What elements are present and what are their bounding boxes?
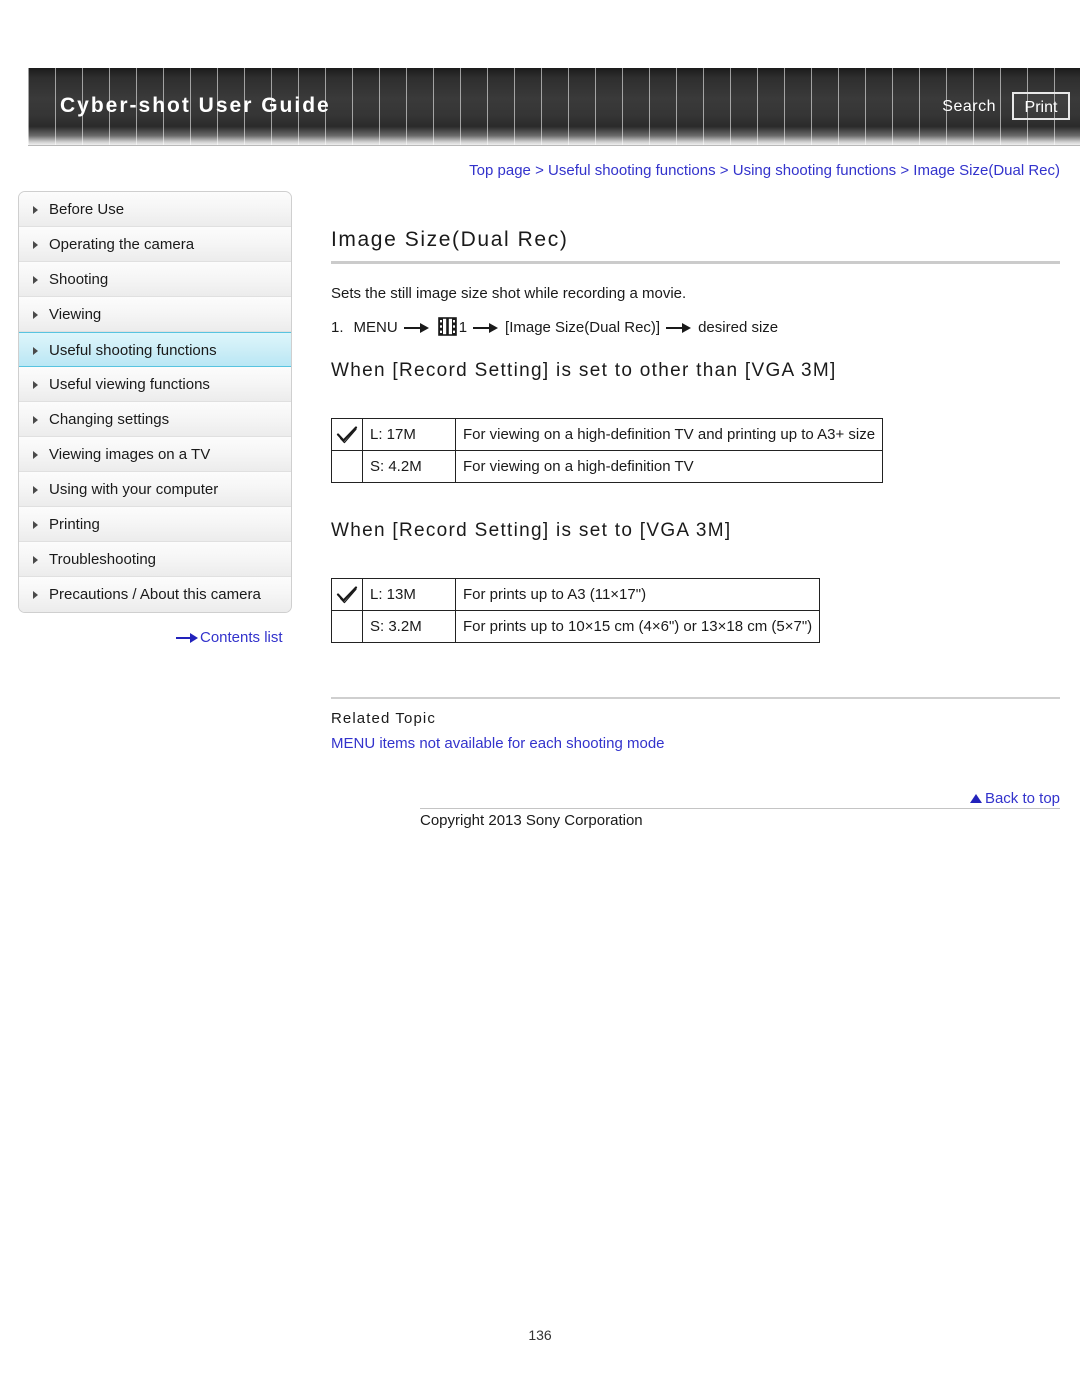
breadcrumb[interactable]: Top page > Useful shooting functions > U… [469, 162, 1060, 179]
step-result-label: desired size [698, 319, 779, 336]
contents-list-label: Contents list [200, 629, 283, 646]
header-divider [28, 145, 1080, 146]
size-cell: L: 17M [362, 418, 456, 451]
sidebar-item-label: Troubleshooting [49, 551, 157, 568]
breadcrumb-separator: > [719, 162, 729, 179]
breadcrumb-item-current: Image Size(Dual Rec) [913, 162, 1060, 179]
description-cell: For viewing on a high-definition TV [454, 450, 884, 483]
table-row: L: 17M For viewing on a high-definition … [331, 418, 884, 451]
sidebar-item-printing[interactable]: Printing [19, 507, 291, 542]
triangle-right-icon [33, 276, 38, 284]
procedure-step: 1. MENU 1 [Image Size(Dual Rec)] desired… [331, 317, 779, 337]
checked-cell [331, 450, 363, 483]
triangle-right-icon [33, 206, 38, 214]
breadcrumb-separator: > [535, 162, 544, 179]
section-heading-vga: When [Record Setting] is set to [VGA 3M] [331, 520, 732, 541]
check-mark-icon [336, 585, 358, 604]
triangle-right-icon [33, 451, 38, 459]
sidebar-item-useful-viewing-functions[interactable]: Useful viewing functions [19, 367, 291, 402]
triangle-right-icon [33, 521, 38, 529]
sidebar-nav: Before Use Operating the camera Shooting… [18, 191, 292, 613]
table-row: S: 3.2M For prints up to 10×15 cm (4×6")… [331, 610, 821, 643]
size-cell: L: 13M [362, 578, 456, 611]
title-divider [331, 261, 1060, 264]
related-topic-divider [331, 697, 1060, 699]
triangle-right-icon [33, 347, 38, 355]
sidebar-item-before-use[interactable]: Before Use [19, 192, 291, 227]
section-heading-other-than-vga: When [Record Setting] is set to other th… [331, 360, 837, 381]
footer-divider [420, 808, 1060, 809]
triangle-right-icon [33, 591, 38, 599]
sidebar-item-label: Viewing [49, 306, 102, 323]
description-cell: For prints up to 10×15 cm (4×6") or 13×1… [454, 610, 821, 643]
page-number: 136 [528, 1327, 552, 1343]
film-strip-icon [437, 317, 457, 336]
sidebar-item-label: Operating the camera [49, 236, 195, 253]
related-topic-link[interactable]: MENU items not available for each shooti… [331, 735, 665, 752]
checked-cell [331, 578, 363, 611]
step-menu-label: MENU [353, 319, 398, 336]
breadcrumb-item-top-page[interactable]: Top page [469, 162, 531, 179]
sidebar-item-using-with-your-computer[interactable]: Using with your computer [19, 472, 291, 507]
contents-list-link[interactable]: Contents list [176, 629, 283, 646]
sidebar-item-label: Useful shooting functions [49, 342, 217, 359]
breadcrumb-item-using-shooting-functions[interactable]: Using shooting functions [733, 162, 896, 179]
checked-cell [331, 610, 363, 643]
triangle-right-icon [33, 556, 38, 564]
print-button[interactable]: Print [1012, 92, 1070, 120]
checked-cell [331, 418, 363, 451]
sidebar-item-label: Viewing images on a TV [49, 446, 211, 463]
triangle-right-icon [33, 241, 38, 249]
sidebar-item-viewing[interactable]: Viewing [19, 297, 291, 332]
sidebar-item-useful-shooting-functions[interactable]: Useful shooting functions [19, 332, 291, 367]
check-mark-icon [336, 425, 358, 444]
triangle-right-icon [33, 381, 38, 389]
sidebar-item-label: Before Use [49, 201, 125, 218]
table-row: L: 13M For prints up to A3 (11×17") [331, 578, 821, 611]
copyright-text: Copyright 2013 Sony Corporation [420, 812, 643, 829]
description-cell: For prints up to A3 (11×17") [454, 578, 821, 611]
triangle-right-icon [33, 416, 38, 424]
page-title: Image Size(Dual Rec) [331, 228, 569, 251]
site-header: Cyber-shot User Guide Search Print [0, 68, 1080, 146]
sidebar-item-precautions-about-this-camera[interactable]: Precautions / About this camera [19, 577, 291, 612]
image-size-table-vga: L: 13M For prints up to A3 (11×17") S: 3… [331, 578, 821, 643]
sidebar-item-label: Shooting [49, 271, 109, 288]
sidebar-item-label: Precautions / About this camera [49, 586, 261, 603]
image-size-table-other-than-vga: L: 17M For viewing on a high-definition … [331, 418, 884, 483]
sidebar-item-operating-the-camera[interactable]: Operating the camera [19, 227, 291, 262]
breadcrumb-separator: > [900, 162, 910, 179]
right-arrow-icon [666, 322, 692, 334]
triangle-right-icon [33, 486, 38, 494]
step-icon-number: 1 [458, 319, 468, 336]
triangle-right-icon [33, 311, 38, 319]
breadcrumb-item-useful-shooting-functions[interactable]: Useful shooting functions [548, 162, 716, 179]
table-row: S: 4.2M For viewing on a high-definition… [331, 450, 884, 483]
sidebar-item-label: Printing [49, 516, 100, 533]
triangle-up-icon [969, 793, 982, 803]
sidebar-item-label: Changing settings [49, 411, 170, 428]
step-item-label: [Image Size(Dual Rec)] [505, 319, 661, 336]
right-arrow-icon [473, 322, 499, 334]
right-arrow-icon [176, 633, 198, 644]
size-cell: S: 4.2M [362, 450, 456, 483]
search-button[interactable]: Search [942, 98, 996, 116]
right-arrow-icon [403, 322, 430, 334]
step-number: 1. [331, 319, 344, 336]
back-to-top-link[interactable]: Back to top [969, 790, 1060, 807]
sidebar-item-label: Useful viewing functions [49, 376, 210, 393]
sidebar-item-troubleshooting[interactable]: Troubleshooting [19, 542, 291, 577]
sidebar-item-changing-settings[interactable]: Changing settings [19, 402, 291, 437]
header-bar: Cyber-shot User Guide Search Print [28, 68, 1080, 145]
sidebar-item-shooting[interactable]: Shooting [19, 262, 291, 297]
description-cell: For viewing on a high-definition TV and … [454, 418, 884, 451]
back-to-top-label: Back to top [984, 790, 1060, 807]
intro-text: Sets the still image size shot while rec… [331, 285, 687, 302]
size-cell: S: 3.2M [362, 610, 456, 643]
site-title: Cyber-shot User Guide [60, 94, 331, 117]
sidebar-item-viewing-images-on-a-tv[interactable]: Viewing images on a TV [19, 437, 291, 472]
sidebar-item-label: Using with your computer [49, 481, 219, 498]
related-topic-heading: Related Topic [331, 710, 436, 727]
